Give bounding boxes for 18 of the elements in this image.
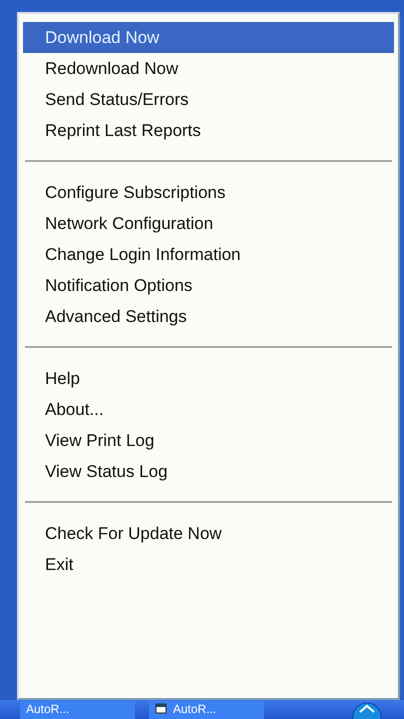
taskbar-button[interactable]: AutoR... <box>20 701 135 719</box>
menu-item[interactable]: Exit <box>23 549 394 580</box>
menu-item[interactable]: Advanced Settings <box>23 301 394 332</box>
menu-item[interactable]: Download Now <box>23 22 394 53</box>
menu-item[interactable]: Reprint Last Reports <box>23 115 394 146</box>
menu-item[interactable]: About... <box>23 394 394 425</box>
menu-item[interactable]: Notification Options <box>23 270 394 301</box>
taskbar-button[interactable]: AutoR... <box>149 701 264 719</box>
window-icon <box>155 703 167 715</box>
menu-item[interactable]: Configure Subscriptions <box>23 177 394 208</box>
menu-item[interactable]: Redownload Now <box>23 53 394 84</box>
menu-item[interactable]: Network Configuration <box>23 208 394 239</box>
menu-item[interactable]: Change Login Information <box>23 239 394 270</box>
menu-item[interactable]: View Status Log <box>23 456 394 487</box>
menu-item[interactable]: View Print Log <box>23 425 394 456</box>
menu-item[interactable]: Help <box>23 363 394 394</box>
menu-item[interactable]: Check For Update Now <box>23 518 394 549</box>
menu-item[interactable]: Send Status/Errors <box>23 84 394 115</box>
